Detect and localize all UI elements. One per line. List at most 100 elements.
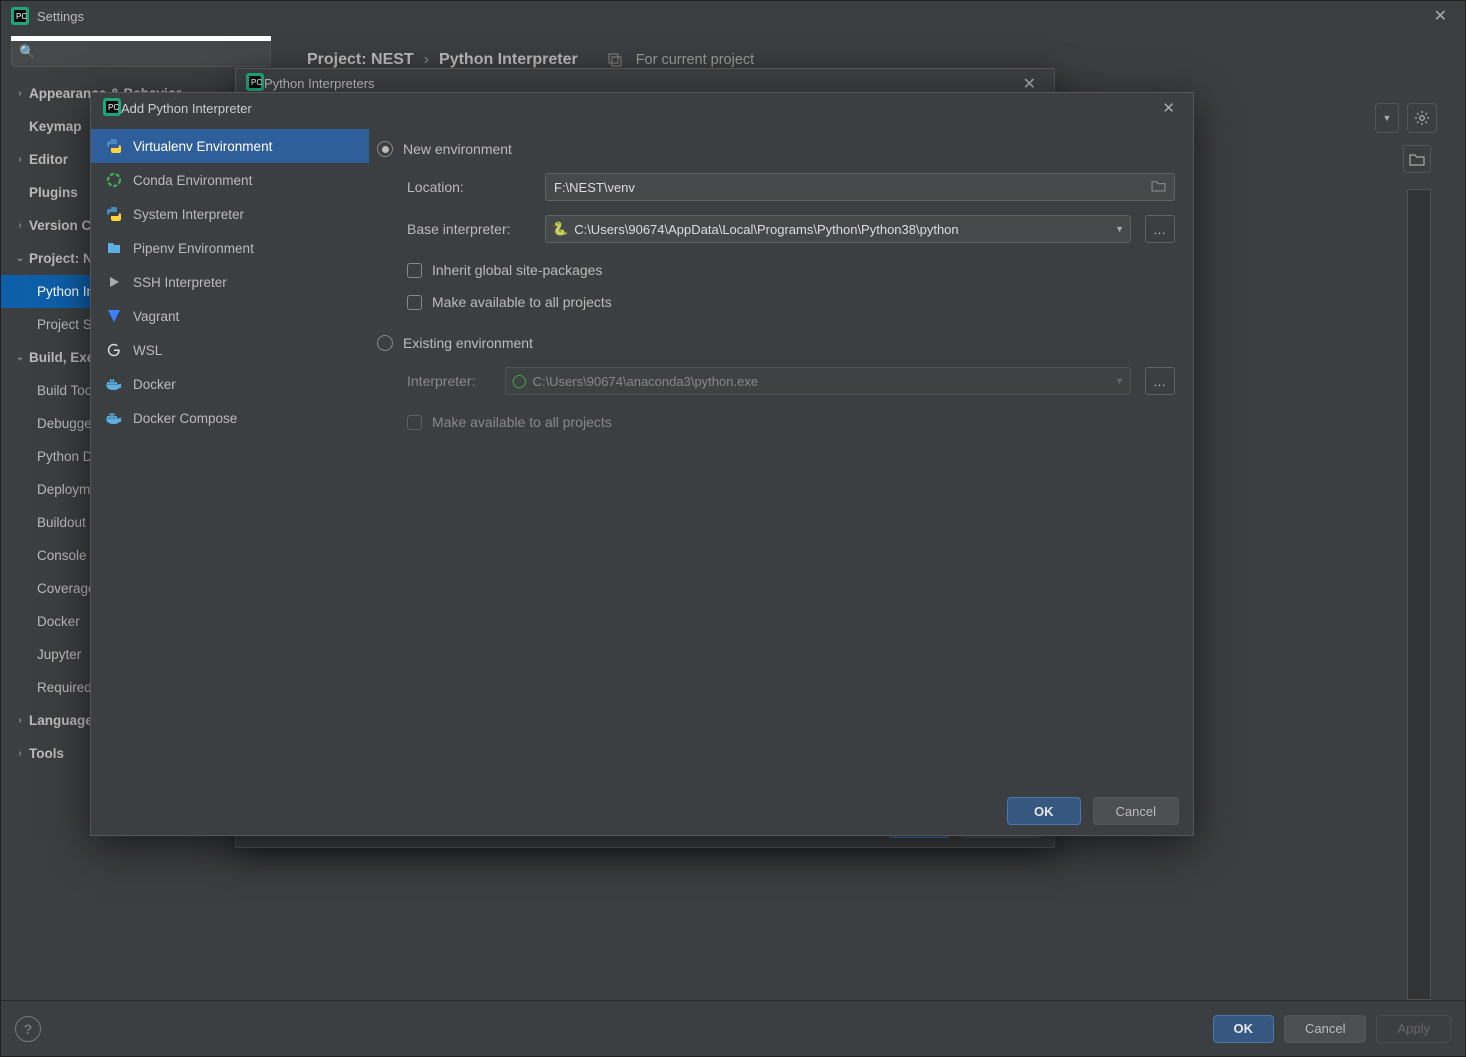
base-browse-button[interactable]: … xyxy=(1145,215,1175,243)
settings-footer: ? OK Cancel Apply xyxy=(1,1000,1465,1056)
chevron-down-icon: ⌄ xyxy=(11,253,29,264)
add-cancel-button[interactable]: Cancel xyxy=(1093,797,1179,825)
wsl-icon xyxy=(105,341,123,359)
radio-checked-icon[interactable] xyxy=(377,141,393,157)
tree-item-label: Tools xyxy=(29,746,64,761)
existing-interp-combo: ◯ C:\Users\90674\anaconda3\python.exe ▼ xyxy=(505,367,1131,395)
chevron-down-icon: ⌄ xyxy=(11,352,29,363)
type-item-label: Vagrant xyxy=(133,309,179,324)
chevron-right-icon: › xyxy=(11,88,29,99)
python-icon: 🐍 xyxy=(552,221,568,237)
tree-item-label: Plugins xyxy=(29,185,78,200)
type-item-label: SSH Interpreter xyxy=(133,275,227,290)
existing-env-radio-row[interactable]: Existing environment xyxy=(377,329,1175,357)
type-item-label: Virtualenv Environment xyxy=(133,139,272,154)
settings-title: Settings xyxy=(37,9,84,24)
type-item-label: Conda Environment xyxy=(133,173,252,188)
breadcrumb-project: Project: NEST xyxy=(307,51,414,69)
type-item-conda-environment[interactable]: Conda Environment xyxy=(91,163,369,197)
base-value: C:\Users\90674\AppData\Local\Programs\Py… xyxy=(574,222,958,237)
tree-item-label: Debugger xyxy=(37,416,96,431)
inherit-checkbox[interactable] xyxy=(407,263,422,278)
chevron-right-icon: › xyxy=(11,220,29,231)
breadcrumb-page: Python Interpreter xyxy=(439,51,578,69)
exist-avail-check-row: Make available to all projects xyxy=(407,409,1175,435)
new-env-radio-row[interactable]: New environment xyxy=(377,135,1175,163)
interpreter-dropdown-button[interactable]: ▼ xyxy=(1375,103,1399,133)
tree-item-label: Console xyxy=(37,548,87,563)
settings-apply-button: Apply xyxy=(1376,1015,1451,1043)
tree-item-label: Keymap xyxy=(29,119,82,134)
location-label: Location: xyxy=(407,179,531,195)
packages-scrollbar[interactable] xyxy=(1407,189,1431,1000)
existing-browse-button[interactable]: … xyxy=(1145,367,1175,395)
copy-icon xyxy=(608,52,624,68)
type-item-docker-compose[interactable]: Docker Compose xyxy=(91,401,369,435)
type-item-label: Docker xyxy=(133,377,176,392)
interp-label: Interpreter: xyxy=(407,373,491,389)
tree-item-label: Docker xyxy=(37,614,80,629)
exist-avail-checkbox xyxy=(407,415,422,430)
chevron-right-icon: › xyxy=(11,748,29,759)
settings-cancel-button[interactable]: Cancel xyxy=(1284,1015,1366,1043)
svg-text:PC: PC xyxy=(16,12,27,21)
location-input[interactable]: F:\NEST\venv xyxy=(545,173,1175,201)
folder-icon[interactable] xyxy=(1151,180,1166,195)
base-label: Base interpreter: xyxy=(407,221,531,237)
chevron-down-icon: ▼ xyxy=(1115,376,1124,386)
pycharm-icon: PC xyxy=(11,7,29,25)
chevron-right-icon: › xyxy=(424,51,429,69)
python-icon xyxy=(105,205,123,223)
svg-text:PC: PC xyxy=(251,78,262,87)
interp-value: C:\Users\90674\anaconda3\python.exe xyxy=(533,374,759,389)
type-item-label: Pipenv Environment xyxy=(133,241,254,256)
vagrant-icon xyxy=(105,307,123,325)
add-footer: OK Cancel xyxy=(91,787,1193,835)
new-env-label: New environment xyxy=(403,141,512,157)
type-item-pipenv-environment[interactable]: Pipenv Environment xyxy=(91,231,369,265)
avail-check-row[interactable]: Make available to all projects xyxy=(407,289,1175,315)
settings-titlebar: PC Settings ✕ xyxy=(1,1,1465,31)
pipenv-icon xyxy=(105,239,123,257)
type-item-virtualenv-environment[interactable]: Virtualenv Environment xyxy=(91,129,369,163)
type-item-label: System Interpreter xyxy=(133,207,244,222)
gear-button[interactable] xyxy=(1407,103,1437,133)
chevron-down-icon: ▼ xyxy=(1115,224,1124,234)
add-ok-button[interactable]: OK xyxy=(1007,797,1081,825)
help-button[interactable]: ? xyxy=(15,1016,41,1042)
base-interpreter-combo[interactable]: 🐍 C:\Users\90674\AppData\Local\Programs\… xyxy=(545,215,1131,243)
type-item-vagrant[interactable]: Vagrant xyxy=(91,299,369,333)
avail-checkbox[interactable] xyxy=(407,295,422,310)
type-item-system-interpreter[interactable]: System Interpreter xyxy=(91,197,369,231)
add-close-button[interactable]: ✕ xyxy=(1156,97,1181,119)
play-icon xyxy=(105,273,123,291)
radio-unchecked-icon[interactable] xyxy=(377,335,393,351)
exist-avail-label: Make available to all projects xyxy=(432,414,612,430)
tree-item-label: Jupyter xyxy=(37,647,81,662)
settings-close-button[interactable]: ✕ xyxy=(1426,2,1455,30)
location-value: F:\NEST\venv xyxy=(554,180,635,195)
pycharm-icon: PC xyxy=(246,73,264,94)
type-item-ssh-interpreter[interactable]: SSH Interpreter xyxy=(91,265,369,299)
python-icon xyxy=(105,137,123,155)
chevron-right-icon: › xyxy=(11,154,29,165)
add-title: Add Python Interpreter xyxy=(121,101,252,116)
breadcrumb-hint: For current project xyxy=(636,52,754,68)
tree-item-label: Editor xyxy=(29,152,68,167)
docker-icon xyxy=(105,375,123,393)
pycharm-icon: PC xyxy=(103,98,121,119)
type-item-docker[interactable]: Docker xyxy=(91,367,369,401)
conda-icon: ◯ xyxy=(512,373,527,389)
search-icon: 🔍 xyxy=(19,44,35,60)
interpreter-form: New environment Location: F:\NEST\venv B… xyxy=(369,123,1193,787)
inherit-check-row[interactable]: Inherit global site-packages xyxy=(407,257,1175,283)
add-titlebar: PC Add Python Interpreter ✕ xyxy=(91,93,1193,123)
interpreter-type-list: Virtualenv Environment Conda Environment S… xyxy=(91,123,369,787)
svg-text:PC: PC xyxy=(108,103,119,112)
chevron-right-icon: › xyxy=(11,715,29,726)
settings-search-input[interactable] xyxy=(11,39,271,67)
folder-button[interactable] xyxy=(1403,145,1431,173)
settings-ok-button[interactable]: OK xyxy=(1213,1015,1275,1043)
avail-label: Make available to all projects xyxy=(432,294,612,310)
type-item-wsl[interactable]: WSL xyxy=(91,333,369,367)
